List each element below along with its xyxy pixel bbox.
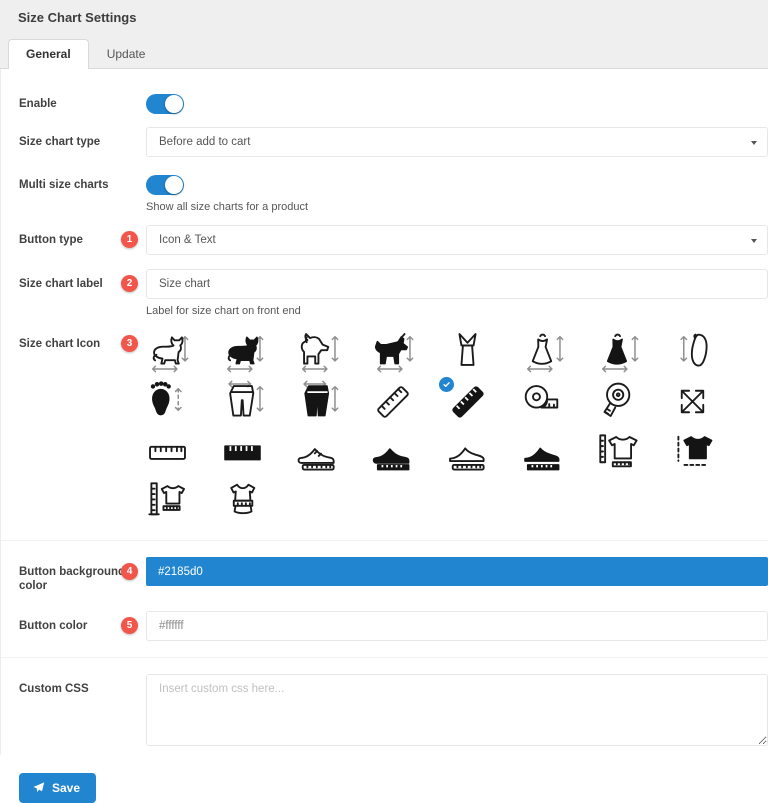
shoe-ruler-filled-icon [521, 430, 564, 473]
icon-option-foot-outline-icon[interactable] [671, 329, 746, 374]
enable-label: Enable [1, 89, 146, 114]
size-chart-type-label: Size chart type [1, 127, 146, 157]
size-chart-icon-label: Size chart Icon [1, 329, 146, 524]
settings-panel: Enable Size chart type Before add to car… [0, 69, 768, 755]
field-row-size-chart-icon: Size chart Icon 3 [1, 329, 768, 524]
dog-filled-icon [371, 330, 414, 373]
icon-option-ruler-horizontal-filled-icon[interactable] [221, 429, 296, 474]
button-background-color-input[interactable] [146, 557, 768, 586]
field-row-button-type: Button type 1 Icon & Text [1, 225, 768, 255]
icon-option-pants-filled-icon[interactable] [296, 379, 371, 424]
icon-option-shoe-ruler-outline-icon[interactable] [446, 429, 521, 474]
toggle-knob [165, 95, 183, 113]
step-badge-2: 2 [121, 275, 138, 292]
icon-option-dog-filled-icon[interactable] [371, 329, 446, 374]
step-badge-3: 3 [121, 335, 138, 352]
resize-arrows-icon [671, 380, 714, 423]
page-title: Size Chart Settings [0, 0, 768, 27]
field-row-size-chart-label: Size chart label 2 Label for size chart … [1, 269, 768, 317]
multi-size-charts-toggle[interactable] [146, 175, 184, 195]
icon-option-footprint-filled-icon[interactable] [146, 379, 221, 424]
foot-outline-icon [671, 330, 714, 373]
paper-plane-icon [32, 781, 45, 794]
ruler-horizontal-outline-icon [146, 430, 189, 473]
sneaker-ruler-filled-icon [371, 430, 414, 473]
sneaker-ruler-outline-icon [296, 430, 339, 473]
selected-check-icon [439, 377, 454, 392]
icon-option-sneaker-ruler-filled-icon[interactable] [371, 429, 446, 474]
step-badge-5: 5 [121, 617, 138, 634]
field-row-button-color: Button color 5 [1, 611, 768, 641]
field-row-enable: Enable [1, 89, 768, 114]
chevron-down-icon [751, 141, 757, 148]
icon-option-tshirt-vertical-ruler-outline-icon[interactable] [146, 479, 221, 524]
multi-size-charts-label: Multi size charts [1, 170, 146, 213]
toggle-knob [165, 176, 183, 194]
button-type-select[interactable]: Icon & Text [146, 225, 768, 255]
footprint-filled-icon [146, 380, 189, 423]
icon-option-shoe-ruler-filled-icon[interactable] [521, 429, 596, 474]
size-chart-label-input[interactable] [146, 269, 768, 299]
shoe-ruler-outline-icon [446, 430, 489, 473]
chevron-down-icon [751, 239, 757, 246]
tape-measure-outline-icon [521, 380, 564, 423]
icon-option-ruler-diagonal-outline-icon[interactable] [371, 379, 446, 424]
size-chart-icon-grid [146, 329, 768, 524]
enable-toggle[interactable] [146, 94, 184, 114]
field-row-size-chart-type: Size chart type Before add to cart [1, 127, 768, 157]
icon-option-dress-form-outline-icon[interactable] [446, 329, 521, 374]
ruler-horizontal-filled-icon [221, 430, 264, 473]
size-chart-type-select[interactable]: Before add to cart [146, 127, 768, 157]
icon-option-shirt-tape-measure-outline-icon[interactable] [221, 479, 296, 524]
dog-outline-icon [296, 330, 339, 373]
icon-option-tshirt-ruler-outline-icon[interactable] [596, 429, 671, 474]
icon-option-resize-arrows-icon[interactable] [671, 379, 746, 424]
size-chart-type-value: Before add to cart [159, 136, 250, 148]
custom-css-textarea[interactable] [146, 674, 768, 746]
pants-outline-icon [221, 380, 264, 423]
icon-option-tshirt-ruler-filled-icon[interactable] [671, 429, 746, 474]
tshirt-vertical-ruler-outline-icon [146, 480, 189, 523]
section-divider [1, 540, 768, 541]
step-badge-4: 4 [121, 563, 138, 580]
icon-option-tape-measure-outline-icon[interactable] [521, 379, 596, 424]
icon-option-dress-outline-icon[interactable] [521, 329, 596, 374]
section-divider [1, 657, 768, 658]
tshirt-ruler-filled-icon [671, 430, 714, 473]
ruler-diagonal-outline-icon [371, 380, 414, 423]
shirt-tape-measure-outline-icon [221, 480, 264, 523]
icon-option-ruler-horizontal-outline-icon[interactable] [146, 429, 221, 474]
save-button[interactable]: Save [19, 773, 96, 803]
page-header: Size Chart Settings General Update [0, 0, 768, 69]
icon-option-pants-outline-icon[interactable] [221, 379, 296, 424]
dress-outline-icon [521, 330, 564, 373]
cat-outline-icon [146, 330, 189, 373]
pants-filled-icon [296, 380, 339, 423]
field-row-button-background-color: Button background color 4 [1, 557, 768, 594]
custom-css-label: Custom CSS [1, 674, 146, 751]
dress-filled-icon [596, 330, 639, 373]
button-color-input[interactable] [146, 611, 768, 641]
icon-option-dog-outline-icon[interactable] [296, 329, 371, 374]
tape-measure-roll-outline-icon [596, 380, 639, 423]
step-badge-1: 1 [121, 231, 138, 248]
icon-option-cat-filled-icon[interactable] [221, 329, 296, 374]
button-type-value: Icon & Text [159, 234, 216, 246]
field-row-custom-css: Custom CSS [1, 674, 768, 751]
icon-option-cat-outline-icon[interactable] [146, 329, 221, 374]
field-row-multi-size-charts: Multi size charts Show all size charts f… [1, 170, 768, 213]
save-button-label: Save [52, 781, 80, 795]
tab-general[interactable]: General [8, 39, 89, 69]
icon-option-ruler-diagonal-filled-icon[interactable] [446, 379, 521, 424]
tab-bar: General Update [0, 39, 768, 68]
icon-option-sneaker-ruler-outline-icon[interactable] [296, 429, 371, 474]
cat-filled-icon [221, 330, 264, 373]
dress-form-outline-icon [446, 330, 489, 373]
tshirt-ruler-outline-icon [596, 430, 639, 473]
icon-option-tape-measure-roll-outline-icon[interactable] [596, 379, 671, 424]
multi-size-charts-help: Show all size charts for a product [146, 201, 768, 213]
tab-update[interactable]: Update [89, 39, 164, 69]
size-chart-label-help: Label for size chart on front end [146, 305, 768, 317]
icon-option-dress-filled-icon[interactable] [596, 329, 671, 374]
